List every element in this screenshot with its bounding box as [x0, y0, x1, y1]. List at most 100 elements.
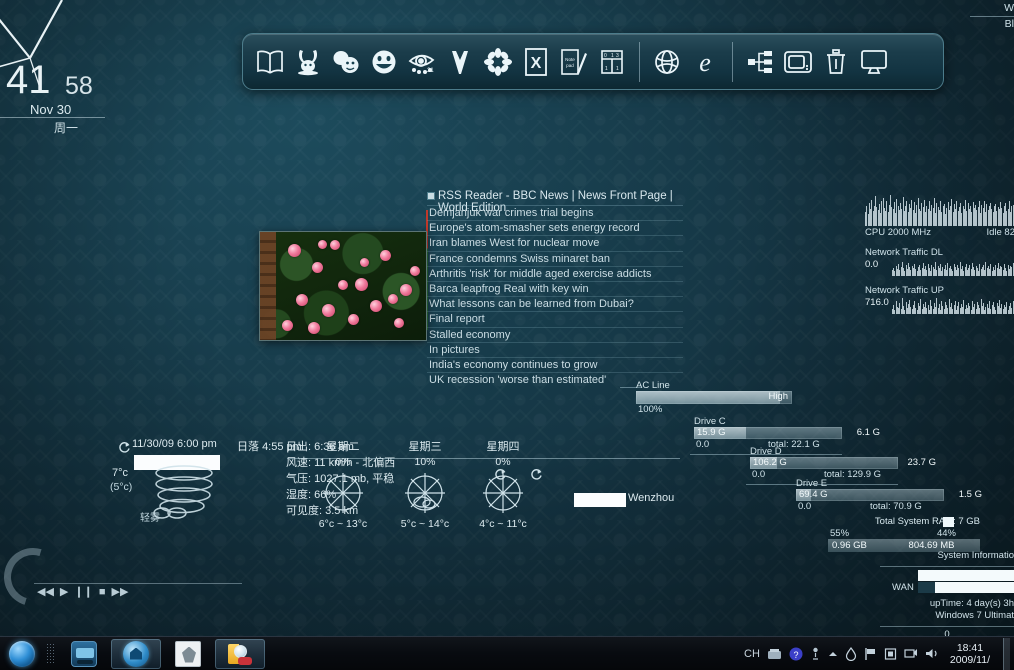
smiley-icon[interactable] [365, 41, 403, 83]
drive-d-free: 106.2 G [753, 457, 787, 468]
flower-icon[interactable] [479, 41, 517, 83]
internet-explorer-icon[interactable]: e [686, 41, 724, 83]
rose-blossom [380, 250, 391, 261]
taskbar-item-app[interactable] [163, 639, 213, 669]
rabbit-icon[interactable] [289, 41, 327, 83]
player-icon [71, 640, 97, 667]
application-dock[interactable]: 21 X Note pad 0 1 3 1 1 e [242, 33, 944, 90]
show-desktop-button[interactable] [1003, 637, 1010, 670]
safety-icon[interactable] [884, 647, 897, 661]
svg-text:e: e [699, 48, 711, 77]
system-tray[interactable]: CH ? 18:41 2009/11/ [744, 637, 1014, 670]
fox-icon[interactable] [441, 41, 479, 83]
stop-button[interactable]: ■ [99, 587, 106, 598]
rose-blossom [394, 318, 404, 328]
sysinfo-heading: System Informatio [937, 550, 1014, 561]
network-icon[interactable] [741, 41, 779, 83]
weather-sunset-label: 日落 [237, 441, 259, 453]
ram-widget: Total System RAM: 7 GB 55% 44% 0.96 GB 8… [828, 516, 980, 552]
rss-headline[interactable]: What lessons can be learned from Dubai? [427, 296, 683, 311]
clock-minutes: 41 [6, 58, 51, 102]
forecast-day: 星期四 0% 4°c ~ 11°c [462, 438, 544, 530]
eye-paw-icon[interactable]: 21 [403, 41, 441, 83]
forecast-range: 5°c ~ 14°c [400, 518, 450, 530]
taskbar-item-search[interactable] [215, 638, 265, 669]
trash-icon[interactable] [817, 41, 855, 83]
drop-icon[interactable] [845, 646, 857, 661]
globe-browser-icon[interactable] [648, 41, 686, 83]
masks-icon[interactable] [327, 41, 365, 83]
rss-headline[interactable]: Final report [427, 311, 683, 326]
refresh-icon[interactable] [530, 468, 543, 481]
flag-icon[interactable] [864, 647, 877, 661]
rss-headline[interactable]: Barca leapfrog Real with key win [427, 280, 683, 296]
tray-clock[interactable]: 18:41 2009/11/ [950, 642, 990, 666]
network-activity-icon[interactable] [810, 647, 821, 660]
drive-e-used: 1.5 G [958, 489, 982, 500]
power-rule [620, 387, 642, 388]
refresh-icon[interactable] [118, 441, 131, 454]
book-icon[interactable] [251, 41, 289, 83]
weather-condition-text: 轻雾 [140, 513, 160, 524]
volume-icon[interactable] [925, 647, 939, 660]
rose-blossom [338, 280, 348, 290]
media-player-widget[interactable]: ◀◀ ▶ ❙❙ ■ ▶▶ [0, 537, 254, 617]
rss-headline-list[interactable]: Demjanjuk war crimes trial begins Europe'… [427, 205, 683, 387]
notepad-icon[interactable]: Note pad [555, 41, 593, 83]
help-icon[interactable]: ? [789, 647, 803, 661]
rss-headline[interactable]: India's economy continues to grow [427, 356, 683, 372]
refresh-icon[interactable] [494, 468, 507, 481]
power-meter-widget: AC Line High 100% [620, 380, 792, 415]
media-controls[interactable]: ◀◀ ▶ ❙❙ ■ ▶▶ [37, 587, 128, 598]
next-track-button[interactable]: ▶▶ [111, 587, 128, 598]
sysinfo-rule-top [880, 566, 1014, 567]
rss-reader-widget[interactable]: RSS Reader - BBC News | News Front Page … [426, 190, 683, 387]
rose-blossom [322, 304, 335, 317]
search-icon [227, 641, 253, 667]
network-icon[interactable] [904, 647, 918, 660]
rose-blossom [355, 278, 368, 291]
play-button[interactable]: ▶ [60, 587, 68, 598]
rss-headline[interactable]: Europe's atom-smasher sets energy record [427, 220, 683, 235]
taskbar-item-player[interactable] [59, 639, 109, 669]
power-status: High [768, 391, 788, 402]
pink-roses-photo [259, 231, 427, 341]
keyboard-icon[interactable] [767, 648, 782, 660]
dock-separator [639, 41, 640, 82]
power-sub: 100% [636, 404, 792, 415]
toolbar-grip[interactable] [46, 642, 55, 665]
forecast-day-label: 星期四 [486, 441, 520, 453]
forecast-day-label: 星期三 [408, 441, 442, 453]
rss-headline[interactable]: Iran blames West for nuclear move [427, 235, 683, 250]
rss-headline[interactable]: France condemns Swiss minaret ban [427, 250, 683, 266]
taskbar[interactable]: CH ? 18:41 2009/11/ [0, 636, 1014, 670]
ram-percents: 55% 44% [828, 528, 980, 539]
taskbar-item-explorer[interactable] [111, 638, 161, 669]
power-percent: 100% [638, 404, 663, 415]
pause-button[interactable]: ❙❙ [74, 587, 92, 598]
svg-text:3: 3 [616, 53, 619, 59]
ime-indicator[interactable]: CH [744, 648, 760, 660]
rss-headline[interactable]: Arthritis 'risk' for middle aged exercis… [427, 265, 683, 281]
cpu-labels: CPU 2000 MHz Idle 82 [865, 227, 1014, 238]
network-up-block: Network Traffic UP 716.0 [865, 285, 1014, 314]
location-input-box[interactable] [574, 493, 626, 507]
rose-blossom [388, 294, 398, 304]
show-hidden-icons-icon[interactable] [828, 650, 838, 658]
computer-icon[interactable] [779, 41, 817, 83]
system-information-widget: System Informatio WAN upTime: 4 day(s) 3… [880, 550, 1014, 641]
previous-track-button[interactable]: ◀◀ [37, 587, 54, 598]
drive-c-bar: 15.9 G 6.1 G [694, 427, 880, 439]
rose-blossom [400, 284, 412, 296]
media-divider [34, 583, 242, 584]
start-button[interactable] [2, 638, 42, 670]
rss-headline[interactable]: In pictures [427, 341, 683, 357]
calculator-icon[interactable]: 013 11 [593, 41, 631, 83]
media-progress-arc [0, 537, 73, 617]
rss-headline[interactable]: Stalled economy [427, 326, 683, 342]
rss-headline[interactable]: Demjanjuk war crimes trial begins [427, 205, 683, 220]
drive-e-bar: 69.4 G 1.5 G [796, 489, 982, 501]
display-icon[interactable] [855, 41, 893, 83]
sysinfo-os: Windows 7 Ultimat [935, 610, 1014, 621]
excel-icon[interactable]: X [517, 41, 555, 83]
